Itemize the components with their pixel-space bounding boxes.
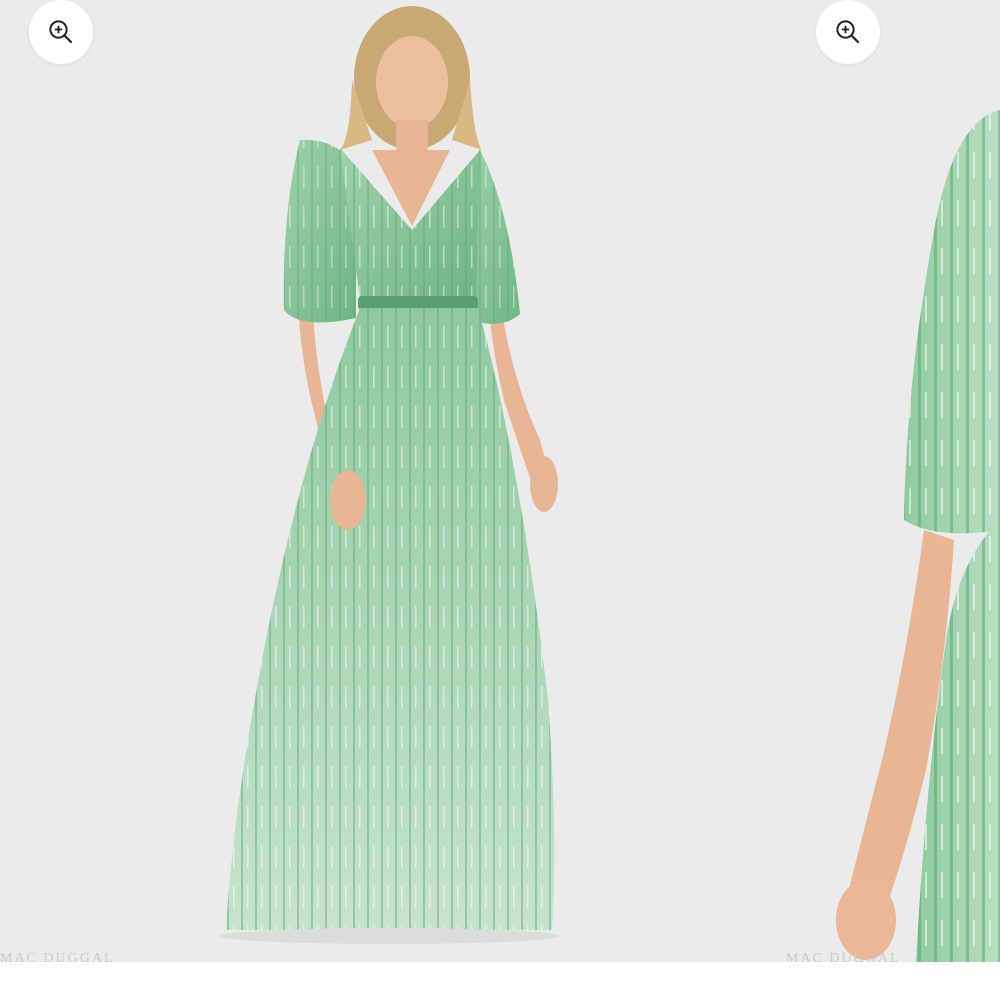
zoom-in-icon bbox=[836, 20, 860, 44]
dress-detail-illustration bbox=[836, 110, 1000, 962]
zoom-in-icon bbox=[49, 20, 73, 44]
page-footer-space bbox=[0, 962, 1000, 1000]
zoom-button[interactable] bbox=[29, 0, 93, 64]
product-image-front[interactable]: MAC DUGGAL bbox=[0, 0, 786, 962]
dress-photo-illustration bbox=[220, 6, 560, 944]
zoom-button[interactable] bbox=[816, 0, 880, 64]
brand-watermark: MAC DUGGAL bbox=[786, 952, 901, 962]
product-image-detail[interactable]: MAC DUGGAL bbox=[786, 0, 1000, 962]
brand-watermark: MAC DUGGAL bbox=[0, 952, 115, 962]
product-image-carousel[interactable]: MAC DUGGAL MAC DUGGAL bbox=[0, 0, 1000, 962]
